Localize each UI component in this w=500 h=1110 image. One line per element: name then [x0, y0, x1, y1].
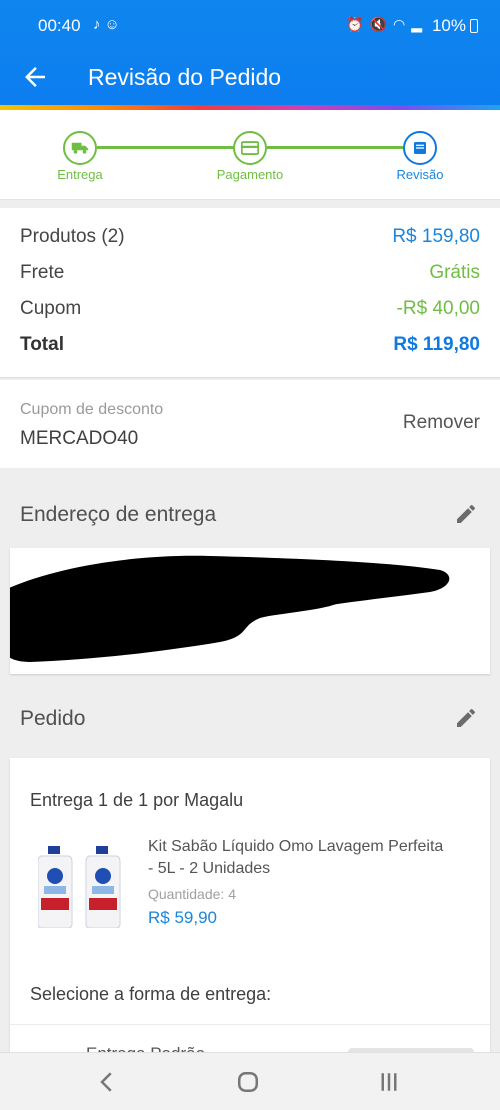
system-nav-bar: [0, 1052, 500, 1110]
coupon-label: Cupom de desconto: [20, 401, 164, 418]
document-icon: [414, 142, 426, 154]
app-bar: Revisão do Pedido: [0, 52, 500, 104]
redacted-address: [10, 555, 450, 662]
nav-home-icon[interactable]: [233, 1067, 263, 1097]
product-quantity: Quantidade: 4: [148, 886, 236, 902]
status-time: 00:40: [38, 16, 81, 35]
product-price: R$ 59,90: [148, 908, 217, 927]
battery-percent: 10%: [431, 16, 466, 35]
system-icons: ⏰🔇◠▂: [346, 16, 428, 33]
pencil-icon[interactable]: [454, 502, 478, 526]
stepper-connector: [267, 146, 403, 149]
summary-value: R$ 159,80: [392, 226, 480, 247]
quantity-value: 4: [228, 886, 236, 902]
music-note-icon: ♪: [93, 16, 105, 33]
summary-value: Grátis: [429, 262, 480, 283]
summary-value: -R$ 40,00: [396, 298, 480, 319]
checkout-stepper: Entrega Pagamento Revisão: [0, 110, 500, 200]
summary-label: Total: [20, 334, 64, 355]
address-card[interactable]: [10, 548, 490, 674]
card-icon: [241, 141, 259, 155]
order-summary: Produtos (2) R$ 159,80 Frete Grátis Cupo…: [0, 208, 500, 378]
nav-back-icon[interactable]: [92, 1067, 122, 1097]
signal-icon: ▂: [411, 16, 428, 32]
shipment-title: Entrega 1 de 1 por Magalu: [30, 790, 244, 810]
mute-icon: 🔇: [369, 16, 393, 32]
top-bar: 00:40 ♪☺ ⏰🔇◠▂ 10% Revisão do Pedido: [0, 0, 500, 110]
arrow-left-icon[interactable]: [20, 62, 50, 92]
summary-row-cupom: Cupom -R$ 40,00: [20, 298, 480, 326]
pencil-icon[interactable]: [454, 706, 478, 730]
summary-label: Produtos (2): [20, 226, 125, 247]
chat-bubble-icon: ☺: [104, 16, 124, 33]
summary-label: Cupom: [20, 298, 82, 319]
truck-icon: [71, 142, 89, 154]
summary-value: R$ 119,80: [393, 334, 480, 355]
wifi-icon: ◠: [393, 16, 412, 32]
quantity-label: Quantidade:: [148, 886, 225, 902]
remove-coupon-button[interactable]: Remover: [403, 412, 480, 434]
step-entrega[interactable]: [63, 131, 97, 165]
notification-icons: ♪☺: [93, 16, 124, 33]
summary-row-total: Total R$ 119,80: [20, 334, 480, 362]
step-label-revisao: Revisão: [396, 167, 444, 182]
alarm-icon: ⏰: [346, 16, 370, 32]
step-revisao[interactable]: [403, 131, 437, 165]
divider: [10, 1024, 490, 1025]
summary-label: Frete: [20, 262, 65, 283]
order-card: Entrega 1 de 1 por Magalu Kit Sabão Líqu…: [10, 758, 490, 1070]
battery-icon: [470, 19, 478, 33]
step-label-entrega: Entrega: [57, 167, 103, 182]
summary-row-produtos: Produtos (2) R$ 159,80: [20, 226, 480, 254]
order-section-title: Pedido: [20, 707, 86, 730]
product-image: [38, 846, 121, 928]
summary-row-frete: Frete Grátis: [20, 262, 480, 290]
address-section-title: Endereço de entrega: [20, 503, 217, 526]
nav-recents-icon[interactable]: [374, 1067, 404, 1097]
delivery-prompt: Selecione a forma de entrega:: [30, 984, 272, 1004]
status-bar: 00:40 ♪☺ ⏰🔇◠▂ 10%: [0, 0, 500, 52]
step-pagamento[interactable]: [233, 131, 267, 165]
page-title: Revisão do Pedido: [88, 64, 282, 90]
coupon-code: MERCADO40: [20, 428, 139, 449]
step-label-pagamento: Pagamento: [216, 167, 284, 182]
product-name[interactable]: Kit Sabão Líquido Omo Lavagem Perfeita -…: [148, 836, 448, 880]
coupon-section: Cupom de desconto MERCADO40 Remover: [0, 380, 500, 468]
stepper-connector: [97, 146, 235, 149]
